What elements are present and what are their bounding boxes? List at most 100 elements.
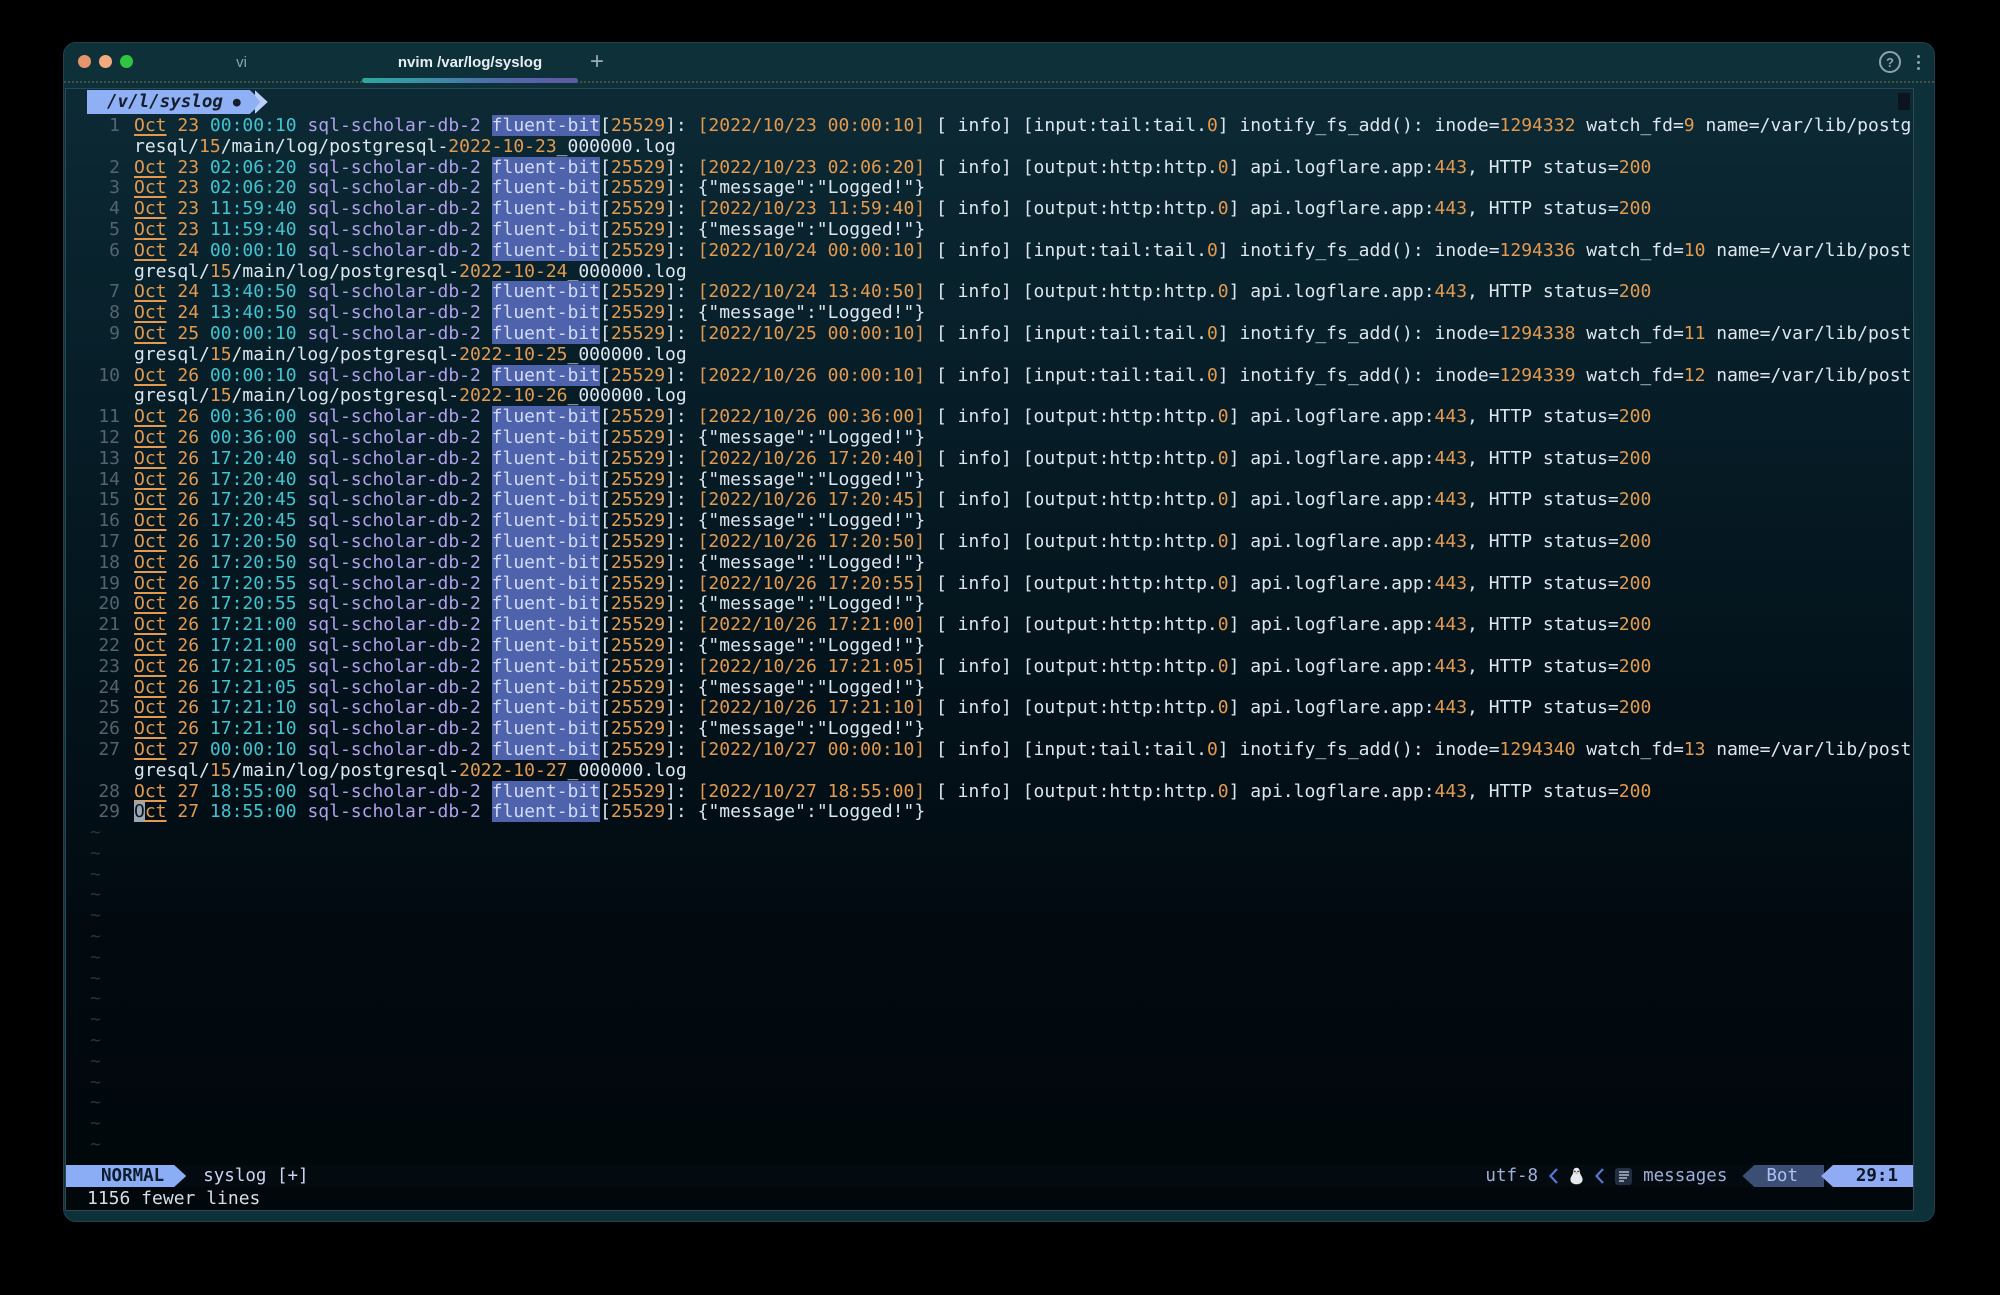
minimize-button[interactable] xyxy=(99,55,112,68)
log-token: [2022/10/27 00:00:10] xyxy=(698,739,926,760)
log-token xyxy=(297,614,308,635)
editor-pane[interactable]: /v/l/syslog ● 1Oct 23 00:00:10 sql-schol… xyxy=(65,88,1914,1211)
log-token: 443 xyxy=(1435,656,1468,677)
log-token: ]: xyxy=(665,635,698,656)
empty-line-tilde: ~ xyxy=(87,1052,1909,1073)
log-token: ]: xyxy=(665,157,698,178)
log-token: 23 xyxy=(177,157,199,178)
log-token: 25529 xyxy=(611,219,665,240)
log-token: name=/var/lib/post xyxy=(1705,240,1911,261)
log-token: 26 xyxy=(177,718,199,739)
log-token xyxy=(297,302,308,323)
log-token: sql-scholar-db-2 xyxy=(307,739,480,760)
log-line: 22Oct 26 17:21:00 sql-scholar-db-2 fluen… xyxy=(87,636,1909,657)
traffic-lights xyxy=(78,55,133,68)
search-highlight: fluent-bit xyxy=(492,552,600,573)
log-token: ]: xyxy=(665,281,698,302)
log-line: 29Oct 27 18:55:00 sql-scholar-db-2 fluen… xyxy=(87,802,1909,823)
log-token xyxy=(167,157,178,178)
log-token: 25529 xyxy=(611,489,665,510)
line-number: 12 xyxy=(87,428,120,449)
kebab-menu-button[interactable] xyxy=(1915,53,1922,72)
log-token: [ xyxy=(600,157,611,178)
log-token: 200 xyxy=(1619,656,1652,677)
log-token xyxy=(199,177,210,198)
log-token: 443 xyxy=(1435,406,1468,427)
log-token: Oct xyxy=(134,552,167,573)
log-token xyxy=(199,406,210,427)
tab-nvim-syslog[interactable]: nvim /var/log/syslog xyxy=(362,43,578,81)
log-token xyxy=(167,281,178,302)
log-token: sql-scholar-db-2 xyxy=(307,489,480,510)
search-highlight: fluent-bit xyxy=(492,489,600,510)
log-token xyxy=(199,489,210,510)
log-token: , HTTP status= xyxy=(1467,406,1619,427)
search-highlight: fluent-bit xyxy=(492,302,600,323)
log-token: 25529 xyxy=(611,281,665,302)
line-number: 10 xyxy=(87,366,120,387)
log-token: 00:00:10 xyxy=(210,323,297,344)
log-token: sql-scholar-db-2 xyxy=(307,115,480,136)
log-line: 17Oct 26 17:20:50 sql-scholar-db-2 fluen… xyxy=(87,532,1909,553)
log-token: Oct xyxy=(134,240,167,261)
search-highlight: fluent-bit xyxy=(492,198,600,219)
search-highlight: fluent-bit xyxy=(492,593,600,614)
log-token: 15 xyxy=(210,760,232,781)
close-button[interactable] xyxy=(78,55,91,68)
log-token: [ xyxy=(600,614,611,635)
log-token: 25529 xyxy=(611,427,665,448)
log-token: Oct xyxy=(134,489,167,510)
log-token: 23 xyxy=(177,115,199,136)
log-token xyxy=(167,489,178,510)
log-token: 26 xyxy=(177,593,199,614)
log-token: {"message":"Logged!"} xyxy=(698,593,926,614)
log-token: [2022/10/26 00:36:00] xyxy=(698,406,926,427)
log-token: [ info] [input:tail:tail. xyxy=(925,115,1207,136)
log-token: 25529 xyxy=(611,177,665,198)
log-token xyxy=(199,718,210,739)
log-line: 28Oct 27 18:55:00 sql-scholar-db-2 fluen… xyxy=(87,782,1909,803)
buffer-tab[interactable]: /v/l/syslog ● xyxy=(87,90,268,114)
log-token xyxy=(481,240,492,261)
log-token: 17:20:55 xyxy=(210,573,297,594)
terminal-window: vi nvim /var/log/syslog + ? /v/l/syslog … xyxy=(63,42,1935,1222)
log-token: , HTTP status= xyxy=(1467,281,1619,302)
log-line: 6Oct 24 00:00:10 sql-scholar-db-2 fluent… xyxy=(87,241,1909,262)
log-token: 26 xyxy=(177,531,199,552)
zoom-button[interactable] xyxy=(120,55,133,68)
log-token xyxy=(297,406,308,427)
log-token xyxy=(481,677,492,698)
log-token: ] api.logflare.app: xyxy=(1229,656,1435,677)
empty-line-tilde: ~ xyxy=(87,989,1909,1010)
log-token xyxy=(199,219,210,240)
log-token: [2022/10/23 02:06:20] xyxy=(698,157,926,178)
log-token: [2022/10/26 17:20:50] xyxy=(698,531,926,552)
log-line-wrap: gresql/15/main/log/postgresql-2022-10-24… xyxy=(87,262,1909,283)
chevron-left-icon xyxy=(1595,1168,1604,1184)
log-token: 26 xyxy=(177,573,199,594)
log-token: ]: xyxy=(665,406,698,427)
log-token: 00:36:00 xyxy=(210,427,297,448)
line-number: 27 xyxy=(87,740,120,761)
log-token xyxy=(481,323,492,344)
search-highlight: fluent-bit xyxy=(492,656,600,677)
new-tab-button[interactable]: + xyxy=(582,43,612,81)
help-button[interactable]: ? xyxy=(1879,51,1901,73)
log-token xyxy=(199,365,210,386)
log-line: 10Oct 26 00:00:10 sql-scholar-db-2 fluen… xyxy=(87,366,1909,387)
line-number: 26 xyxy=(87,719,120,740)
search-highlight: fluent-bit xyxy=(492,157,600,178)
terminal-tab-bar: vi nvim /var/log/syslog + ? xyxy=(64,43,1934,83)
log-token xyxy=(167,635,178,656)
log-token: 25529 xyxy=(611,302,665,323)
log-token xyxy=(481,739,492,760)
log-line: 1Oct 23 00:00:10 sql-scholar-db-2 fluent… xyxy=(87,116,1909,137)
log-token: Oct xyxy=(134,573,167,594)
tab-vi[interactable]: vi xyxy=(154,43,329,81)
scroll-position-badge: Bot xyxy=(1742,1165,1824,1187)
log-token: [2022/10/26 17:21:00] xyxy=(698,614,926,635)
line-number: 29 xyxy=(87,802,120,823)
log-token xyxy=(199,677,210,698)
line-number xyxy=(87,262,120,283)
log-token: [ xyxy=(600,656,611,677)
